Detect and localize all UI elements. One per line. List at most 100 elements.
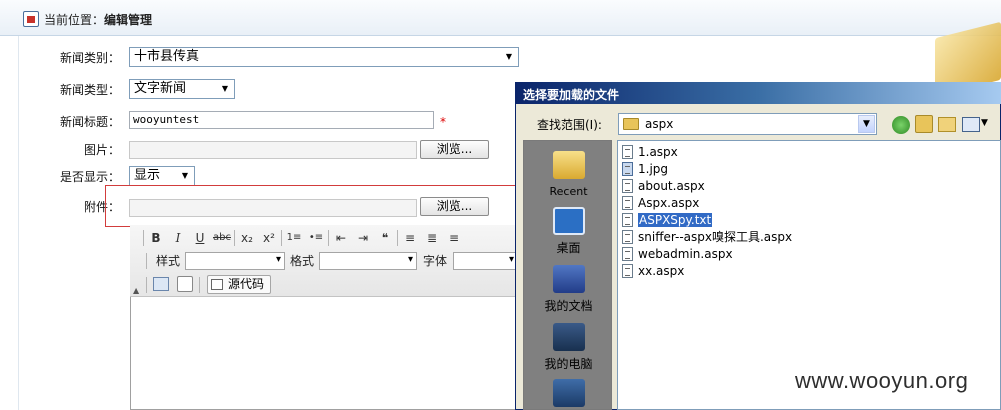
font-select[interactable] — [453, 252, 518, 270]
type-select[interactable]: 文字新闻 ▼ — [129, 79, 235, 99]
highlight-box — [105, 185, 533, 227]
place-label: Recent — [549, 185, 588, 198]
source-icon — [211, 279, 223, 290]
file-item[interactable]: xx.aspx — [620, 263, 684, 279]
underline-button[interactable]: U — [190, 229, 210, 247]
view-menu-icon[interactable] — [962, 117, 980, 132]
chevron-down-icon: ▼ — [221, 84, 229, 93]
category-label: 新闻类别： — [59, 51, 120, 65]
image-path-input[interactable] — [129, 141, 417, 159]
font-label: 字体 — [423, 254, 448, 268]
required-mark: * — [440, 115, 446, 129]
document-icon — [622, 230, 633, 244]
blockquote-icon[interactable]: ❝ — [375, 229, 395, 247]
file-name: sniffer--aspx嗅探工具.aspx — [638, 230, 793, 244]
file-name: Aspx.aspx — [638, 196, 700, 210]
display-select[interactable]: 显示 ▼ — [129, 166, 195, 186]
file-item[interactable]: webadmin.aspx — [620, 246, 733, 262]
align-right-icon[interactable]: ≡ — [444, 229, 464, 247]
chevron-down-icon[interactable]: ▼ — [981, 118, 988, 128]
toolbar-separator — [281, 230, 282, 246]
look-in-label: 查找范围(I): — [537, 118, 602, 132]
file-name: 1.aspx — [638, 145, 678, 159]
place-label: 我的电脑 — [544, 357, 593, 371]
display-value: 显示 — [134, 168, 161, 183]
subscript-button[interactable]: x₂ — [237, 229, 257, 247]
type-label: 新闻类型： — [59, 83, 120, 97]
toolbar-separator — [146, 277, 147, 293]
bold-button[interactable]: B — [146, 229, 166, 247]
place-desktop[interactable]: 桌面 — [524, 207, 613, 256]
chevron-down-icon: ▼ — [858, 115, 875, 133]
document-icon — [622, 213, 633, 227]
image-file-icon — [622, 162, 633, 176]
breadcrumb-prefix: 当前位置： — [44, 13, 105, 27]
document-icon — [622, 145, 633, 159]
file-name: 1.jpg — [638, 162, 669, 176]
toolbar-separator — [199, 277, 200, 293]
location-icon — [23, 11, 39, 27]
indent-icon[interactable]: ⇥ — [353, 229, 373, 247]
title-label: 新闻标题： — [59, 115, 120, 129]
my-documents-icon — [552, 265, 585, 293]
file-name: webadmin.aspx — [638, 247, 733, 261]
file-item[interactable]: 1.aspx — [620, 144, 678, 160]
bulleted-list-icon[interactable]: •≡ — [306, 229, 326, 247]
format-toolbar-row: B I U abc x₂ x² 1≡ •≡ ⇤ ⇥ ❝ ≡ ≣ ≡ — [143, 229, 518, 247]
format-select[interactable] — [319, 252, 417, 270]
style-toolbar-row: 样式 格式 字体 — [143, 251, 518, 271]
numbered-list-icon[interactable]: 1≡ — [284, 229, 304, 247]
file-item[interactable]: 1.jpg — [620, 161, 668, 177]
file-item[interactable]: about.aspx — [620, 178, 705, 194]
file-name: xx.aspx — [638, 264, 685, 278]
file-name: about.aspx — [638, 179, 705, 193]
places-bar: Recent 桌面 我的文档 我的电脑 — [523, 140, 612, 410]
maximize-icon[interactable] — [153, 277, 169, 291]
recent-folder-icon — [552, 151, 585, 179]
file-name: ASPXSpy.txt — [636, 212, 714, 228]
document-icon — [622, 264, 633, 278]
document-icon — [622, 196, 633, 210]
format-label: 格式 — [290, 254, 315, 268]
place-recent[interactable]: Recent — [524, 151, 613, 198]
place-network[interactable] — [524, 379, 613, 407]
outdent-icon[interactable]: ⇤ — [331, 229, 351, 247]
dialog-title-bar[interactable]: 选择要加载的文件 — [515, 82, 1001, 104]
italic-button[interactable]: I — [168, 229, 188, 247]
look-in-select[interactable]: aspx ▼ — [618, 113, 877, 135]
display-label: 是否显示： — [59, 170, 120, 184]
my-computer-icon — [552, 323, 585, 351]
superscript-button[interactable]: x² — [259, 229, 279, 247]
breadcrumb: 当前位置：编辑管理 — [44, 11, 152, 28]
watermark: www.wooyun.org — [795, 368, 969, 393]
file-item-selected[interactable]: ASPXSpy.txt — [620, 212, 714, 228]
category-select[interactable]: 十市县传真 ▼ — [129, 47, 519, 67]
attachment-label: 附件： — [83, 200, 120, 214]
toolbar-separator — [143, 230, 144, 246]
strikethrough-button[interactable]: abc — [212, 229, 232, 247]
place-my-documents[interactable]: 我的文档 — [524, 265, 613, 314]
desktop-icon — [552, 207, 585, 235]
align-center-icon[interactable]: ≣ — [422, 229, 442, 247]
document-icon — [622, 179, 633, 193]
view-toolbar-row: ▲ 源代码 — [133, 274, 273, 296]
back-icon[interactable] — [892, 116, 910, 134]
image-label: 图片： — [83, 143, 120, 157]
style-select[interactable] — [185, 252, 285, 270]
up-folder-icon[interactable] — [915, 115, 933, 133]
title-input[interactable]: wooyuntest — [129, 111, 434, 129]
collapse-arrow-icon[interactable]: ▲ — [133, 286, 139, 295]
toolbar-separator — [234, 230, 235, 246]
file-item[interactable]: Aspx.aspx — [620, 195, 699, 211]
place-label: 桌面 — [556, 241, 581, 255]
place-my-computer[interactable]: 我的电脑 — [524, 323, 613, 372]
source-code-button[interactable]: 源代码 — [207, 275, 271, 294]
new-folder-icon[interactable] — [938, 117, 956, 132]
file-item[interactable]: sniffer--aspx嗅探工具.aspx — [620, 229, 792, 245]
align-left-icon[interactable]: ≡ — [400, 229, 420, 247]
preview-icon[interactable] — [177, 276, 193, 292]
chevron-down-icon: ▼ — [505, 52, 513, 61]
image-browse-button[interactable]: 浏览... — [420, 140, 489, 159]
breadcrumb-current: 编辑管理 — [104, 13, 153, 27]
toolbar-separator — [397, 230, 398, 246]
